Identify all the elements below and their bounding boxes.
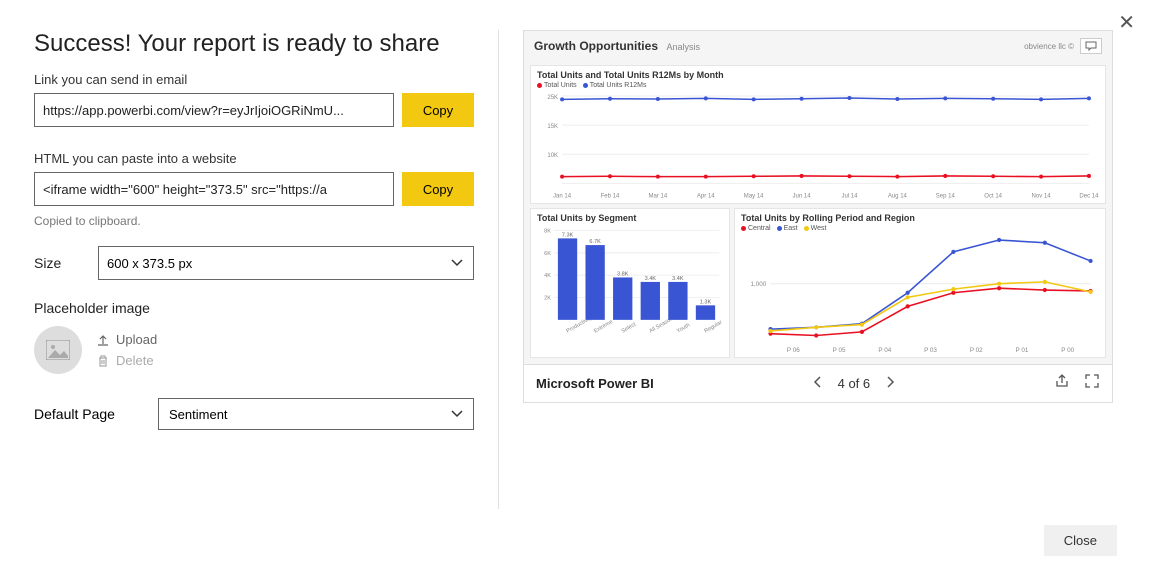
dialog-title: Success! Your report is ready to share	[34, 30, 474, 58]
fullscreen-icon[interactable]	[1084, 373, 1100, 394]
svg-text:4K: 4K	[544, 273, 551, 279]
svg-text:P 01: P 01	[1016, 347, 1029, 354]
report-preview: Growth Opportunities Analysis obvience l…	[523, 30, 1113, 403]
close-button[interactable]: Close	[1044, 525, 1117, 556]
svg-text:6.7K: 6.7K	[589, 240, 601, 246]
default-page-select[interactable]: Sentiment	[158, 398, 474, 430]
svg-text:Jul 14: Jul 14	[841, 193, 858, 199]
pager-text: 4 of 6	[838, 376, 871, 391]
svg-text:P 05: P 05	[833, 347, 846, 354]
link-label: Link you can send in email	[34, 72, 474, 87]
svg-text:Select: Select	[621, 322, 638, 335]
svg-text:Jan 14: Jan 14	[553, 193, 572, 199]
svg-text:3.8K: 3.8K	[617, 272, 629, 278]
svg-text:10K: 10K	[547, 153, 558, 159]
chart-top-line: Total Units and Total Units R12Ms by Mon…	[530, 65, 1106, 204]
placeholder-thumbnail	[34, 326, 82, 374]
svg-text:25K: 25K	[547, 95, 558, 101]
comment-icon[interactable]	[1080, 38, 1102, 54]
svg-text:1,000: 1,000	[751, 281, 767, 288]
svg-text:15K: 15K	[547, 124, 558, 130]
svg-text:1.3K: 1.3K	[700, 300, 712, 306]
svg-text:Oct 14: Oct 14	[984, 193, 1002, 199]
size-label: Size	[34, 255, 74, 271]
svg-text:Sep 14: Sep 14	[936, 193, 956, 199]
svg-text:P 02: P 02	[970, 347, 983, 354]
svg-text:3.4K: 3.4K	[672, 276, 684, 282]
svg-text:Youth: Youth	[676, 323, 691, 335]
svg-text:P 03: P 03	[924, 347, 937, 354]
svg-text:May 14: May 14	[744, 193, 764, 199]
chart-line-region: Total Units by Rolling Period and Region…	[734, 208, 1106, 358]
svg-text:Feb 14: Feb 14	[601, 193, 620, 199]
svg-text:2K: 2K	[544, 296, 551, 302]
svg-text:6K: 6K	[544, 251, 551, 257]
svg-text:7.3K: 7.3K	[562, 233, 574, 239]
default-page-label: Default Page	[34, 406, 134, 422]
svg-text:Jun 14: Jun 14	[793, 193, 812, 199]
next-page-icon[interactable]	[882, 371, 900, 396]
svg-text:Nov 14: Nov 14	[1032, 193, 1052, 199]
chart-bar: Total Units by Segment 8K6K4K2K7.3KProdu…	[530, 208, 730, 358]
copy-embed-button[interactable]: Copy	[402, 172, 474, 206]
delete-button[interactable]: Delete	[96, 353, 157, 368]
svg-text:P 06: P 06	[787, 347, 800, 354]
svg-text:Dec 14: Dec 14	[1079, 193, 1099, 199]
embed-label: HTML you can paste into a website	[34, 151, 474, 166]
svg-text:P 04: P 04	[878, 347, 891, 354]
brand-text: obvience llc ©	[1024, 42, 1074, 51]
svg-text:Regular: Regular	[703, 320, 723, 335]
svg-text:Aug 14: Aug 14	[888, 193, 908, 199]
report-title: Growth Opportunities	[534, 39, 658, 53]
svg-text:Apr 14: Apr 14	[697, 193, 715, 199]
prev-page-icon[interactable]	[808, 371, 826, 396]
svg-text:3.4K: 3.4K	[645, 276, 657, 282]
upload-icon	[96, 333, 110, 347]
link-input[interactable]	[34, 93, 394, 127]
svg-text:P 00: P 00	[1061, 347, 1074, 354]
close-icon[interactable]: ✕	[1118, 10, 1135, 35]
svg-text:Mar 14: Mar 14	[649, 193, 668, 199]
size-select[interactable]: 600 x 373.5 px	[98, 246, 474, 280]
embed-input[interactable]	[34, 172, 394, 206]
placeholder-label: Placeholder image	[34, 300, 474, 316]
upload-button[interactable]: Upload	[96, 332, 157, 347]
svg-text:8K: 8K	[544, 229, 551, 235]
copy-link-button[interactable]: Copy	[402, 93, 474, 127]
report-subtitle: Analysis	[666, 42, 700, 52]
footer-brand: Microsoft Power BI	[536, 376, 654, 391]
trash-icon	[96, 354, 110, 368]
share-icon[interactable]	[1054, 373, 1070, 394]
svg-text:Extreme: Extreme	[593, 319, 614, 335]
copied-status: Copied to clipboard.	[34, 214, 474, 228]
